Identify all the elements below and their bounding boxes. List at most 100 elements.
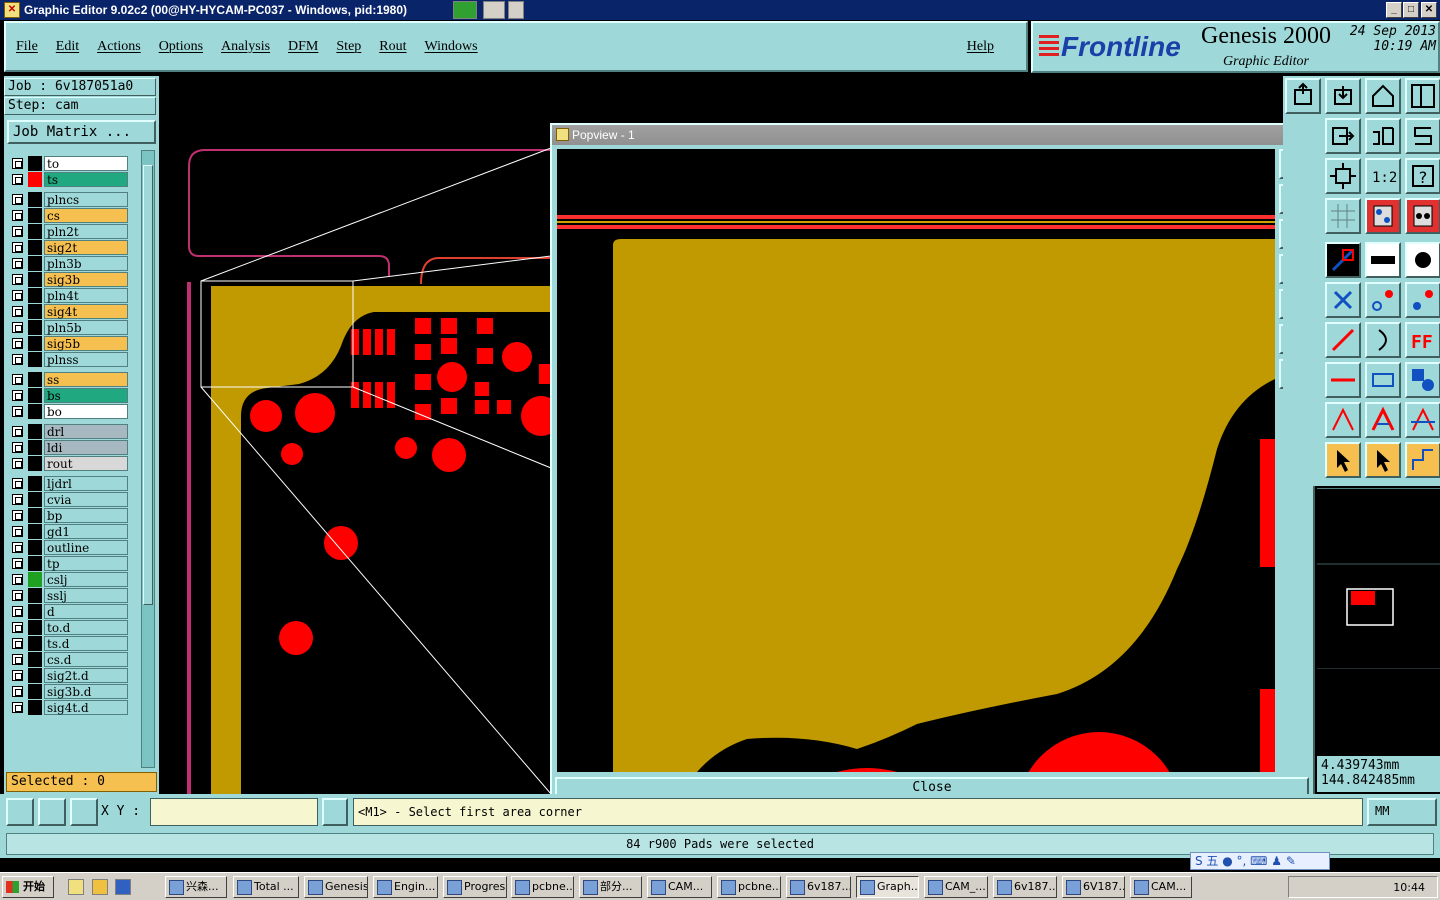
layer-color-swatch[interactable]: [28, 404, 42, 419]
shapes-icon[interactable]: [1405, 362, 1440, 398]
layer-row[interactable]: outline: [10, 540, 130, 555]
layer-row[interactable]: ljdrl: [10, 476, 130, 491]
layer-color-swatch[interactable]: [28, 304, 42, 319]
layer-name[interactable]: tp: [44, 556, 128, 571]
layer-row[interactable]: plnss: [10, 352, 130, 367]
layer-name[interactable]: ldi: [44, 440, 128, 455]
layer-checkbox[interactable]: [12, 338, 23, 349]
layer-name[interactable]: ss: [44, 372, 128, 387]
horizontal-line-icon[interactable]: [1325, 362, 1361, 398]
layer-checkbox[interactable]: [12, 542, 23, 553]
quicklaunch-clock-icon[interactable]: [92, 879, 108, 895]
menu-help[interactable]: Help: [967, 39, 994, 55]
layer-color-swatch[interactable]: [28, 388, 42, 403]
layer-color-swatch[interactable]: [28, 272, 42, 287]
layer-row[interactable]: ldi: [10, 440, 130, 455]
layer-checkbox[interactable]: [12, 306, 23, 317]
taskbar-item[interactable]: pcbne...: [717, 876, 781, 898]
layer-color-swatch[interactable]: [28, 240, 42, 255]
layer-checkbox[interactable]: [12, 426, 23, 437]
layer-row[interactable]: pln2t: [10, 224, 130, 239]
layer-name[interactable]: sig2t: [44, 240, 128, 255]
line-icon[interactable]: [1325, 322, 1361, 358]
layer-checkbox[interactable]: [12, 290, 23, 301]
dropdown-mini-icon[interactable]: [508, 1, 524, 19]
menu-file[interactable]: File: [16, 39, 38, 55]
layer-name[interactable]: ts: [44, 172, 128, 187]
polygon-icon[interactable]: [1325, 402, 1361, 438]
layer-row[interactable]: sig5b: [10, 336, 130, 351]
layer-name[interactable]: sig5b: [44, 336, 128, 351]
layer-checkbox[interactable]: [12, 274, 23, 285]
layer-row[interactable]: sig4t.d: [10, 700, 130, 715]
layer-name[interactable]: drl: [44, 424, 128, 439]
polygon-cut-icon[interactable]: [1405, 402, 1440, 438]
layer-row[interactable]: ts: [10, 172, 130, 187]
layer-color-swatch[interactable]: [28, 492, 42, 507]
layer-row[interactable]: bs: [10, 388, 130, 403]
layer-name[interactable]: cs: [44, 208, 128, 223]
query-icon[interactable]: ?: [1405, 158, 1440, 194]
layer-row[interactable]: sslj: [10, 588, 130, 603]
layer-name[interactable]: bp: [44, 508, 128, 523]
layer-checkbox[interactable]: [12, 638, 23, 649]
layer-row[interactable]: pln3b: [10, 256, 130, 271]
layer-checkbox[interactable]: [12, 458, 23, 469]
layer-name[interactable]: sig2t.d: [44, 668, 128, 683]
layer-checkbox[interactable]: [12, 226, 23, 237]
layer-color-swatch[interactable]: [28, 684, 42, 699]
layer-color-swatch[interactable]: [28, 620, 42, 635]
layer-name[interactable]: sig4t: [44, 304, 128, 319]
layer-name[interactable]: rout: [44, 456, 128, 471]
angle-mode-icon[interactable]: [38, 798, 66, 826]
layer-color-swatch[interactable]: [28, 424, 42, 439]
layer-checkbox[interactable]: [12, 622, 23, 633]
layer-row[interactable]: sig4t: [10, 304, 130, 319]
polygon-fill-icon[interactable]: [1365, 402, 1401, 438]
start-button[interactable]: 开始: [2, 876, 54, 898]
layer-color-swatch[interactable]: [28, 700, 42, 715]
layer-name[interactable]: d: [44, 604, 128, 619]
layer-checkbox[interactable]: [12, 478, 23, 489]
taskbar-item[interactable]: 6V187...: [1062, 876, 1125, 898]
layer-checkbox[interactable]: [12, 654, 23, 665]
layer-row[interactable]: gd1: [10, 524, 130, 539]
layer-row[interactable]: sig3b.d: [10, 684, 130, 699]
arc-icon[interactable]: [1365, 322, 1401, 358]
layer-checkbox[interactable]: [12, 406, 23, 417]
layer-color-swatch[interactable]: [28, 540, 42, 555]
menu-step[interactable]: Step: [336, 39, 361, 55]
help-mini-icon[interactable]: [483, 1, 505, 19]
layer-checkbox[interactable]: [12, 526, 23, 537]
layer-color-swatch[interactable]: [28, 336, 42, 351]
taskbar-item[interactable]: Total ...: [233, 876, 299, 898]
taskbar-item[interactable]: 兴森...: [165, 876, 227, 898]
layer-color-swatch[interactable]: [28, 352, 42, 367]
layer-checkbox[interactable]: [12, 354, 23, 365]
layer-checkbox[interactable]: [12, 574, 23, 585]
menu-analysis[interactable]: Analysis: [221, 39, 270, 55]
layer-name[interactable]: bs: [44, 388, 128, 403]
layer-color-swatch[interactable]: [28, 636, 42, 651]
layer-color-swatch[interactable]: [28, 440, 42, 455]
menu-actions[interactable]: Actions: [97, 39, 141, 55]
layer-name[interactable]: gd1: [44, 524, 128, 539]
home-view-icon[interactable]: [1285, 78, 1321, 114]
layer-row[interactable]: cslj: [10, 572, 130, 587]
layer-color-swatch[interactable]: [28, 208, 42, 223]
menu-edit[interactable]: Edit: [56, 39, 79, 55]
connect-alt-icon[interactable]: [1405, 282, 1440, 318]
pointer-icon[interactable]: [1325, 442, 1361, 478]
layer-row[interactable]: rout: [10, 456, 130, 471]
layer-name[interactable]: to.d: [44, 620, 128, 635]
taskbar-item[interactable]: 6v187...: [786, 876, 851, 898]
layer-checkbox[interactable]: [12, 686, 23, 697]
layer-name[interactable]: outline: [44, 540, 128, 555]
quicklaunch-browser-icon[interactable]: [115, 879, 131, 895]
layer-name[interactable]: cvia: [44, 492, 128, 507]
layer-color-swatch[interactable]: [28, 320, 42, 335]
save-view-icon[interactable]: [1325, 78, 1361, 114]
menu-windows[interactable]: Windows: [425, 39, 478, 55]
layer-color-swatch[interactable]: [28, 508, 42, 523]
taskbar-item[interactable]: 6v187...: [993, 876, 1057, 898]
